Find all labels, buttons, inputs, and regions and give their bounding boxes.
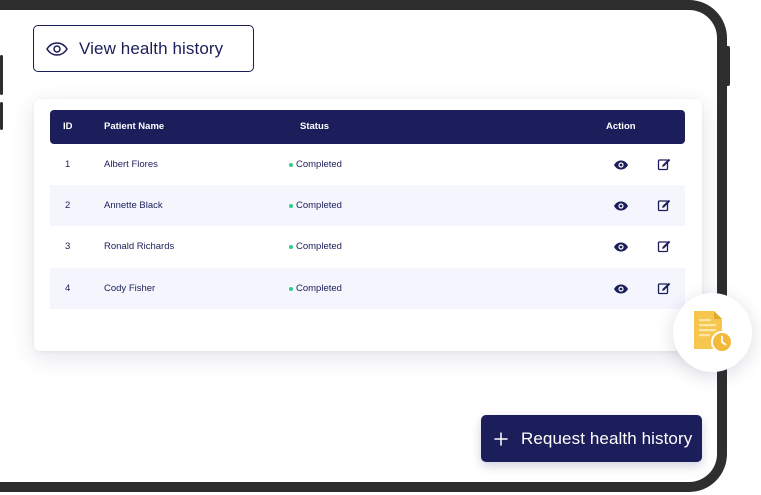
- view-health-history-label: View health history: [79, 38, 224, 58]
- column-header-status: Status: [300, 121, 330, 132]
- document-clock-icon: [694, 311, 733, 353]
- column-header-action: Action: [606, 121, 636, 132]
- row-id: 3: [65, 241, 71, 252]
- row-id: 2: [65, 200, 71, 211]
- table-row: 3 Ronald Richards Completed: [50, 226, 685, 267]
- health-document-badge: [673, 293, 752, 372]
- column-header-patient-name: Patient Name: [104, 121, 165, 132]
- status-text: Completed: [296, 283, 342, 294]
- status-dot: [289, 244, 293, 249]
- status-text: Completed: [296, 200, 342, 211]
- eye-icon[interactable]: [613, 157, 629, 173]
- table-header: ID Patient Name Status Action: [50, 110, 685, 144]
- eye-icon: [46, 41, 68, 56]
- device-side-button: [0, 102, 3, 130]
- plus-icon: [494, 431, 508, 446]
- status-text: Completed: [296, 241, 342, 252]
- view-health-history-button[interactable]: View health history: [33, 25, 254, 72]
- status-text: Completed: [296, 159, 342, 170]
- table-row: 1 Albert Flores Completed: [50, 144, 685, 185]
- status-dot: [289, 162, 293, 167]
- status-dot: [289, 286, 293, 291]
- row-id: 4: [65, 283, 71, 294]
- edit-icon[interactable]: [656, 238, 672, 254]
- status-badge: Completed: [289, 185, 342, 226]
- row-patient-name: Annette Black: [104, 200, 163, 211]
- status-badge: Completed: [289, 226, 342, 267]
- eye-icon[interactable]: [613, 239, 629, 255]
- row-patient-name: Ronald Richards: [104, 241, 175, 252]
- edit-icon[interactable]: [656, 280, 672, 296]
- row-patient-name: Albert Flores: [104, 159, 158, 170]
- status-badge: Completed: [289, 268, 342, 309]
- table-row: 4 Cody Fisher Completed: [50, 268, 685, 309]
- device-side-button: [0, 55, 3, 95]
- patients-table-card: ID Patient Name Status Action 1 Albert F…: [34, 99, 702, 351]
- table-row: 2 Annette Black Completed: [50, 185, 685, 226]
- row-patient-name: Cody Fisher: [104, 283, 156, 294]
- device-side-button: [725, 46, 730, 86]
- row-id: 1: [65, 159, 71, 170]
- status-badge: Completed: [289, 144, 342, 185]
- request-health-history-button[interactable]: Request health history: [481, 415, 702, 462]
- eye-icon[interactable]: [613, 198, 629, 214]
- eye-icon[interactable]: [613, 281, 629, 297]
- request-health-history-label: Request health history: [521, 428, 693, 448]
- column-header-id: ID: [63, 121, 73, 132]
- edit-icon[interactable]: [656, 197, 672, 213]
- status-dot: [289, 203, 293, 208]
- edit-icon[interactable]: [656, 156, 672, 172]
